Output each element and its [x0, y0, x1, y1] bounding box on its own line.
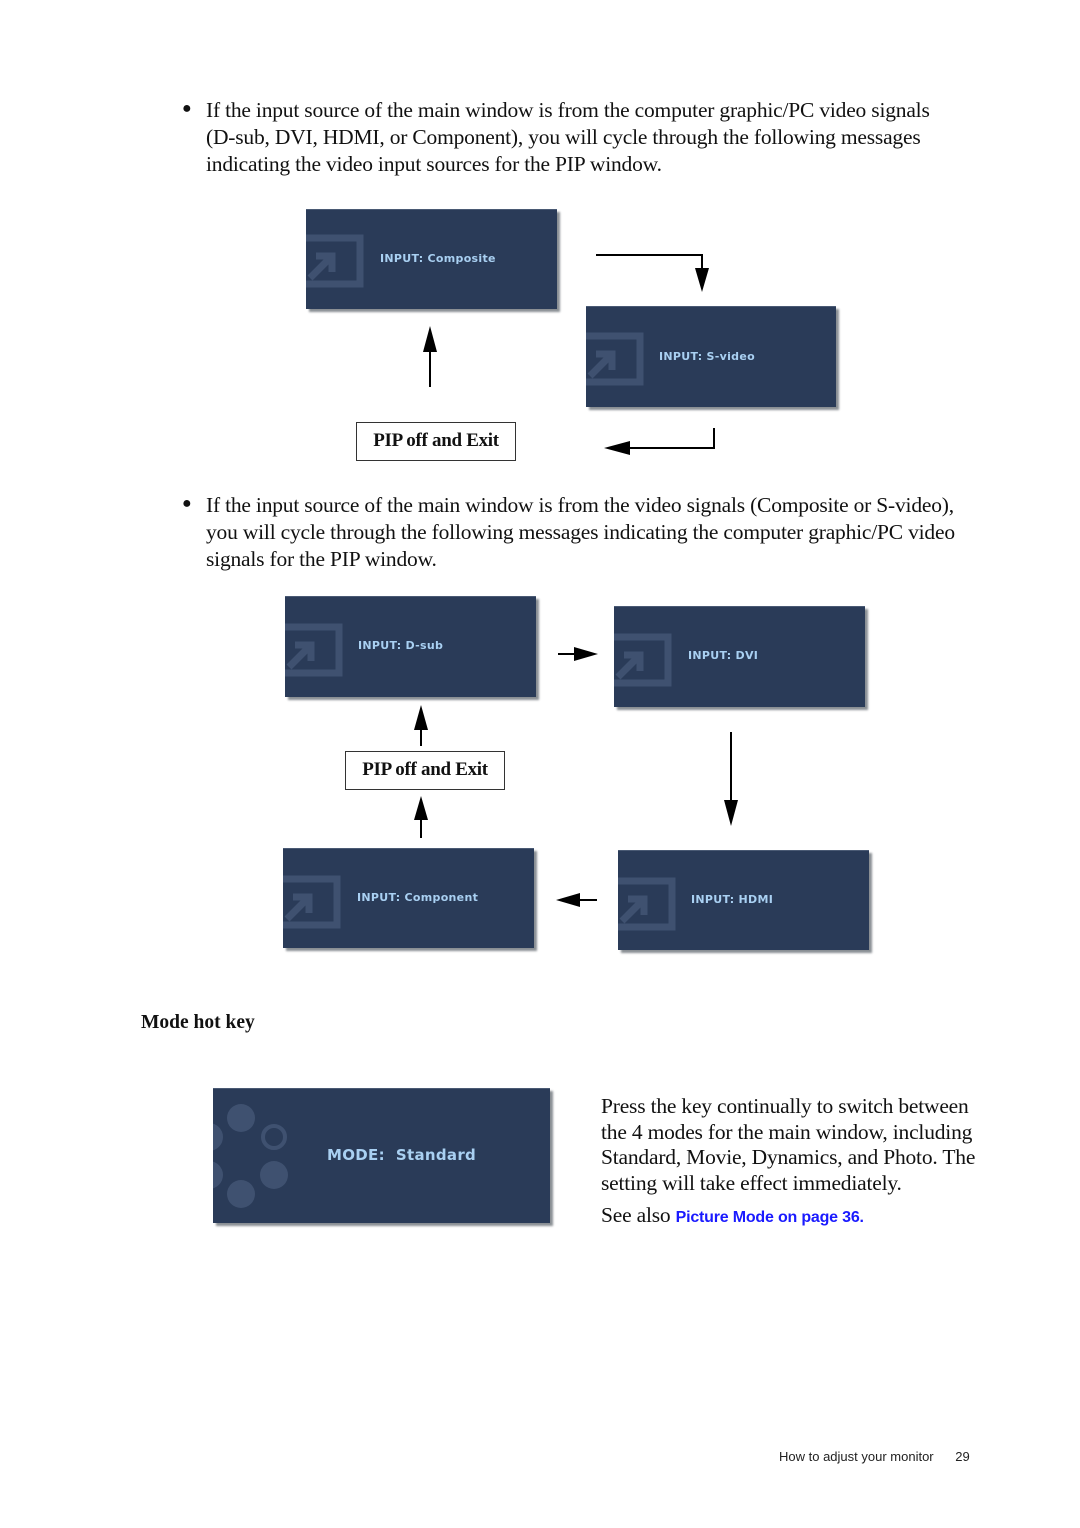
osd-input-hdmi: INPUT: HDMI [618, 850, 869, 950]
text-line: (D-sub, DVI, HDMI, or Component), you wi… [206, 125, 921, 149]
mode-hot-key-heading: Mode hot key [141, 1012, 255, 1033]
osd-label: INPUT: DVI [688, 649, 759, 662]
osd-label: INPUT: D-sub [358, 639, 444, 652]
arrowhead-left [556, 893, 580, 907]
text-line: the 4 modes for the main window, includi… [601, 1119, 973, 1144]
arrowhead-right [574, 647, 598, 661]
arrowhead-left [604, 441, 630, 455]
osd-label: INPUT: Composite [380, 252, 496, 265]
text-line: signals for the PIP window. [206, 547, 437, 571]
osd-input-d-sub: INPUT: D-sub [285, 596, 536, 697]
text-line: Standard, Movie, Dynamics, and Photo. Th… [601, 1145, 976, 1169]
text-line: Press the key continually to switch betw… [601, 1094, 969, 1118]
input-icon [586, 332, 644, 386]
mode-circles-icon [213, 1104, 288, 1208]
bullet-marker: ● [182, 495, 192, 512]
section2-paragraph: If the input source of the main window i… [206, 492, 1006, 573]
pip-off-exit-box: PIP off and Exit [356, 422, 516, 461]
text-line: indicating the video input sources for t… [206, 152, 662, 176]
section1-paragraph: If the input source of the main window i… [206, 97, 1006, 178]
osd-mode-standard: MODE: Standard [213, 1088, 550, 1223]
input-icon [283, 875, 341, 929]
input-icon [306, 234, 364, 288]
picture-mode-link[interactable]: Picture Mode on page 36. [676, 1209, 864, 1226]
arrow-composite-to-svideo [596, 254, 703, 270]
arrow-svideo-to-exit [628, 428, 715, 449]
pip-off-exit-box: PIP off and Exit [345, 751, 505, 790]
osd-mode-label: MODE: Standard [327, 1146, 476, 1164]
see-also-prefix: See also [601, 1203, 676, 1227]
input-icon [618, 877, 676, 931]
footer-section-title: How to adjust your monitor [779, 1449, 934, 1464]
text-line: setting will take effect immediately. [601, 1170, 902, 1195]
arrowhead-up [423, 326, 437, 352]
osd-label: INPUT: HDMI [691, 893, 774, 906]
osd-input-composite: INPUT: Composite [306, 209, 557, 309]
osd-input-dvi: INPUT: DVI [614, 606, 865, 707]
bullet-marker: ● [182, 100, 192, 117]
page-footer: How to adjust your monitor 29 [779, 1449, 970, 1464]
mode-value: Standard [395, 1146, 477, 1164]
mode-label: MODE: [327, 1146, 385, 1164]
osd-label: INPUT: Component [357, 891, 479, 904]
input-icon [285, 623, 343, 677]
text-line: you will cycle through the following mes… [206, 520, 955, 544]
text-line: If the input source of the main window i… [206, 493, 954, 517]
text-line: If the input source of the main window i… [206, 98, 930, 122]
arrowhead-up [414, 705, 428, 730]
arrowhead-down [724, 800, 738, 826]
arrowhead-down [695, 268, 709, 292]
page-number: 29 [955, 1449, 970, 1464]
osd-input-component: INPUT: Component [283, 848, 534, 948]
arrowhead-up [414, 796, 428, 820]
input-icon [614, 633, 672, 687]
see-also: See also Picture Mode on page 36. [601, 1202, 864, 1231]
osd-label: INPUT: S-video [659, 350, 755, 363]
mode-description: Press the key continually to switch betw… [601, 1094, 1001, 1196]
osd-input-s-video: INPUT: S-video [586, 306, 836, 407]
